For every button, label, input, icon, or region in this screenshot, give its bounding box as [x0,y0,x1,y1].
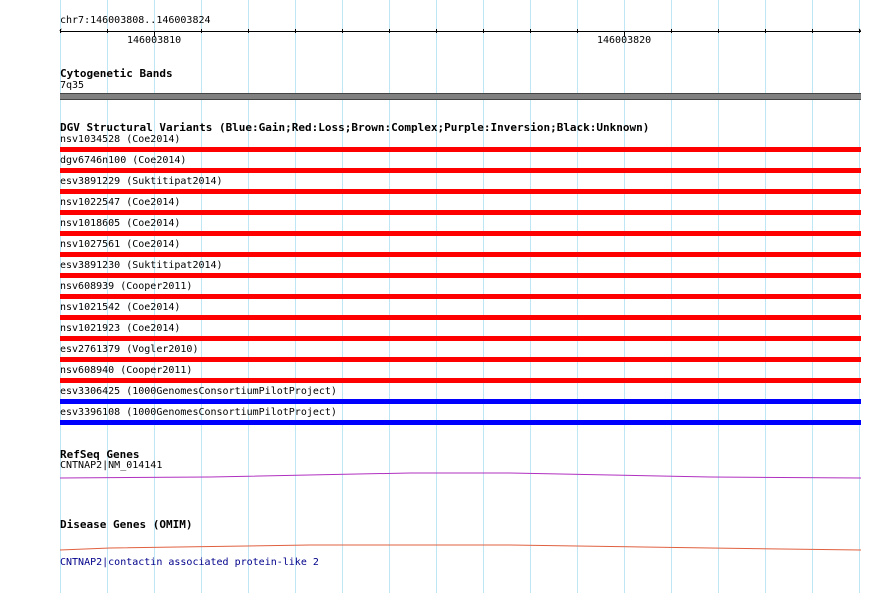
dgv-variant-bar[interactable] [60,420,861,425]
ruler-minor-tick [60,29,61,33]
ruler-minor-tick [436,29,437,33]
dgv-variant-label[interactable]: esv3891229 (Suktitipat2014) [60,176,223,188]
dgv-variant-label[interactable]: esv2761379 (Vogler2010) [60,344,198,356]
omim-gene-label[interactable]: CNTNAP2|contactin associated protein-lik… [60,557,319,569]
ruler-minor-tick [577,29,578,33]
omim-track-title: Disease Genes (OMIM) [60,518,193,531]
dgv-variant-bar[interactable] [60,378,861,383]
dgv-variant-label[interactable]: nsv608939 (Cooper2011) [60,281,192,293]
ruler-minor-tick [389,29,390,33]
cytoband-label: 7q35 [60,80,85,91]
ruler-minor-tick [765,29,766,33]
dgv-variant-label[interactable]: esv3891230 (Suktitipat2014) [60,260,223,272]
dgv-variant-bar[interactable] [60,147,861,152]
dgv-variant-label[interactable]: esv3396108 (1000GenomesConsortiumPilotPr… [60,407,337,419]
ruler-tick-label: 146003820 [597,35,652,46]
ruler-minor-tick [859,29,860,33]
dgv-variant-label[interactable]: nsv1027561 (Coe2014) [60,239,180,251]
dgv-variant-bar[interactable] [60,210,861,215]
dgv-variant-bar[interactable] [60,357,861,362]
ruler-minor-tick [483,29,484,33]
omim-gene-track[interactable] [0,538,890,556]
dgv-variant-bar[interactable] [60,189,861,194]
refseq-gene-line [59,472,862,479]
dgv-variant-bar[interactable] [60,231,861,236]
dgv-variant-label[interactable]: esv3306425 (1000GenomesConsortiumPilotPr… [60,386,337,398]
dgv-variant-bar[interactable] [60,399,861,404]
ruler-axis [60,31,861,32]
dgv-variant-bar[interactable] [60,168,861,173]
refseq-gene-track[interactable] [0,465,890,485]
ruler-minor-tick [342,29,343,33]
cytoband-track-title: Cytogenetic Bands [60,67,173,80]
ruler-minor-tick [671,29,672,33]
ruler-minor-tick [201,29,202,33]
dgv-variant-label[interactable]: dgv6746n100 (Coe2014) [60,155,186,167]
omim-gene-line [59,544,862,551]
dgv-variant-bar[interactable] [60,273,861,278]
dgv-variant-bar[interactable] [60,315,861,320]
dgv-variant-label[interactable]: nsv1034528 (Coe2014) [60,134,180,146]
dgv-variant-bar[interactable] [60,294,861,299]
ruler-minor-tick [248,29,249,33]
ruler-minor-tick [812,29,813,33]
dgv-variant-label[interactable]: nsv1021542 (Coe2014) [60,302,180,314]
dgv-variant-label[interactable]: nsv1021923 (Coe2014) [60,323,180,335]
ruler-minor-tick [295,29,296,33]
ruler-minor-tick [530,29,531,33]
ruler-minor-tick [107,29,108,33]
dgv-variant-label[interactable]: nsv608940 (Cooper2011) [60,365,192,377]
ruler-range-label: chr7:146003808..146003824 [60,15,211,26]
dgv-variant-bar[interactable] [60,336,861,341]
dgv-variant-bar[interactable] [60,252,861,257]
dgv-track-title: DGV Structural Variants (Blue:Gain;Red:L… [60,121,650,134]
ruler-minor-tick [718,29,719,33]
dgv-variant-label[interactable]: nsv1018605 (Coe2014) [60,218,180,230]
ruler-tick-label: 146003810 [127,35,182,46]
dgv-variant-label[interactable]: nsv1022547 (Coe2014) [60,197,180,209]
cytoband-bar[interactable] [60,93,861,100]
